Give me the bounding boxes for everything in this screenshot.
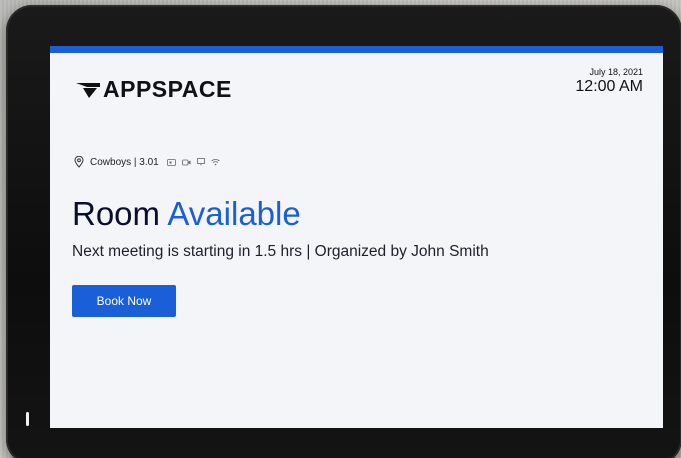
location-row: Cowboys | 3.01 — [74, 156, 226, 168]
logo-text: APPSPACE — [103, 76, 232, 102]
display-icon — [166, 158, 176, 166]
datetime: July 18, 2021 12:00 AM — [575, 66, 643, 96]
room-location: Cowboys | 3.01 — [90, 156, 159, 168]
room-booking-screen: APPSPACE July 18, 2021 12:00 AM Cowboys … — [50, 46, 663, 428]
location-pin-icon — [74, 156, 84, 168]
next-meeting-info: Next meeting is starting in 1.5 hrs | Or… — [72, 243, 489, 260]
wifi-icon — [210, 158, 220, 166]
book-now-button[interactable]: Book Now — [72, 285, 176, 317]
headline-room-word: Room — [72, 195, 161, 232]
accent-top-bar — [50, 46, 663, 53]
current-time: 12:00 AM — [575, 78, 643, 95]
status-light — [26, 412, 29, 426]
room-panel-device: APPSPACE July 18, 2021 12:00 AM Cowboys … — [6, 5, 681, 458]
current-date: July 18, 2021 — [589, 67, 643, 77]
room-status-headline: Room Available — [72, 194, 301, 234]
video-camera-icon — [181, 159, 191, 166]
appspace-logo: APPSPACE — [75, 76, 232, 103]
logo-mark-icon — [76, 82, 100, 98]
monitor-icon — [196, 158, 205, 166]
room-availability-status: Available — [167, 195, 301, 232]
